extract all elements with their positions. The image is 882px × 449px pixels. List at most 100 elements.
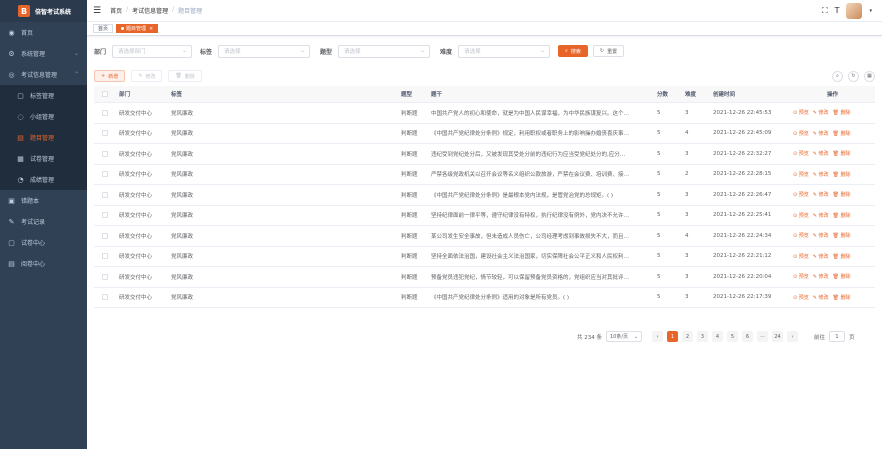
- edit-row-button[interactable]: ✎ 修改: [813, 294, 829, 301]
- caret-down-icon[interactable]: ▾: [869, 8, 872, 14]
- sidebar-item-home[interactable]: ◉ 首页: [0, 22, 87, 43]
- tab-home[interactable]: 首页: [93, 24, 114, 33]
- page-button[interactable]: 5: [727, 331, 738, 342]
- breadcrumb-exam-info[interactable]: 考试信息管理: [132, 6, 168, 15]
- page-button[interactable]: 3: [697, 331, 708, 342]
- table-row[interactable]: 研发交付中心 党风廉政 判断题 坚持纪律面前一律平等，遵守纪律没有特权，执行纪律没有例…: [94, 206, 875, 226]
- preview-button[interactable]: ⊙ 预览: [793, 212, 809, 219]
- table-row[interactable]: 研发交付中心 党风廉政 判断题 《中国共产党纪律处分条例》适用的对象是所有党员。( )…: [94, 288, 875, 308]
- preview-button[interactable]: ⊙ 预览: [793, 232, 809, 239]
- edit-row-button[interactable]: ✎ 修改: [813, 130, 829, 137]
- delete-button[interactable]: 🗑 删除: [168, 70, 202, 82]
- row-checkbox[interactable]: [102, 171, 108, 178]
- add-button[interactable]: + 新增: [94, 70, 126, 82]
- delete-row-button[interactable]: 🗑 删除: [833, 253, 851, 260]
- dept-select[interactable]: 请选择部门: [112, 44, 193, 58]
- time-cell: 2021-12-26 22:45:09: [713, 130, 772, 137]
- sidebar-item-questions[interactable]: ▤ 题目管理: [0, 127, 87, 148]
- reset-button[interactable]: ↻ 重置: [592, 45, 625, 57]
- sidebar-item-groups[interactable]: ◌ 小组管理: [0, 106, 87, 127]
- row-checkbox[interactable]: [102, 253, 108, 260]
- delete-row-button[interactable]: 🗑 删除: [833, 232, 851, 239]
- delete-row-button[interactable]: 🗑 删除: [833, 212, 851, 219]
- edit-row-button[interactable]: ✎ 修改: [813, 150, 829, 157]
- edit-button[interactable]: ✎ 修改: [131, 70, 163, 82]
- edit-row-button[interactable]: ✎ 修改: [813, 212, 829, 219]
- page-button[interactable]: 24: [772, 331, 783, 342]
- row-checkbox[interactable]: [102, 109, 108, 116]
- page-button[interactable]: 2: [682, 331, 693, 342]
- row-checkbox[interactable]: [102, 191, 108, 198]
- edit-row-button[interactable]: ✎ 修改: [813, 191, 829, 198]
- sidebar-item-grading-center[interactable]: ▤ 阅卷中心: [0, 253, 87, 274]
- type-select[interactable]: 请选择: [338, 44, 431, 58]
- row-checkbox[interactable]: [102, 150, 108, 157]
- search-button[interactable]: ⌕ 搜索: [558, 45, 588, 57]
- table-row[interactable]: 研发交付中心 党风廉政 判断题 《中国共产党纪律处分条例》规定，利用职权或者职务上的影…: [94, 124, 875, 144]
- page-size-select[interactable]: 10条/页 ⌄: [606, 331, 642, 342]
- delete-row-button[interactable]: 🗑 删除: [833, 150, 851, 157]
- preview-button[interactable]: ⊙ 预览: [793, 109, 809, 116]
- tag-select[interactable]: 请选择: [218, 44, 311, 58]
- table-row[interactable]: 研发交付中心 党风廉政 判断题 《中国共产党纪律处分条例》是最根本党内法规，是管党治党…: [94, 185, 875, 206]
- sidebar-item-scores[interactable]: ◔ 成绩管理: [0, 169, 87, 190]
- more-pages-button[interactable]: ···: [757, 331, 768, 342]
- refresh-button[interactable]: ↻: [848, 70, 859, 82]
- page-button[interactable]: 6: [742, 331, 753, 342]
- row-checkbox[interactable]: [102, 212, 108, 219]
- app-logo[interactable]: B 倍智考试系统: [0, 0, 87, 22]
- hamburger-icon[interactable]: ☰: [93, 6, 101, 16]
- preview-button[interactable]: ⊙ 预览: [793, 130, 809, 137]
- edit-row-button[interactable]: ✎ 修改: [813, 273, 829, 280]
- row-checkbox[interactable]: [102, 273, 108, 280]
- table-row[interactable]: 研发交付中心 党风廉政 判断题 严禁各级党政机关以召开会议等名义组织公款旅游，严禁在会…: [94, 165, 875, 185]
- delete-row-button[interactable]: 🗑 删除: [833, 191, 851, 198]
- preview-button[interactable]: ⊙ 预览: [793, 273, 809, 280]
- sidebar-item-exam-record[interactable]: ✎ 考试记录: [0, 211, 87, 232]
- font-size-icon[interactable]: T: [835, 6, 840, 15]
- table-row[interactable]: 研发交付中心 党风廉政 判断题 某公司发生安全事故，但未造成人员伤亡，公司经理考虑到事…: [94, 226, 875, 247]
- sidebar-item-papers[interactable]: ▦ 试卷管理: [0, 148, 87, 169]
- preview-button[interactable]: ⊙ 预览: [793, 171, 809, 178]
- preview-button[interactable]: ⊙ 预览: [793, 253, 809, 260]
- table-row[interactable]: 研发交付中心 党风廉政 判断题 坚持全面依法治国，建设社会主义法治国家，切实保障社会公…: [94, 247, 875, 267]
- fullscreen-icon[interactable]: ⛶: [822, 6, 828, 16]
- page-button[interactable]: 4: [712, 331, 723, 342]
- tab-question-management[interactable]: 题目管理 ×: [116, 24, 159, 33]
- table-row[interactable]: 研发交付中心 党风廉政 判断题 预备党员违犯党纪，情节较轻，可以保留预备党员资格的，党…: [94, 267, 875, 288]
- edit-row-button[interactable]: ✎ 修改: [813, 109, 829, 116]
- table-row[interactable]: 研发交付中心 党风廉政 判断题 中国共产党人的初心和使命，就是为中国人民谋幸福，为中华…: [94, 103, 875, 124]
- delete-row-button[interactable]: 🗑 删除: [833, 273, 851, 280]
- edit-row-button[interactable]: ✎ 修改: [813, 232, 829, 239]
- delete-row-button[interactable]: 🗑 删除: [833, 171, 851, 178]
- preview-button[interactable]: ⊙ 预览: [793, 150, 809, 157]
- sidebar-item-exam-info[interactable]: ◎ 考试信息管理 ⌃: [0, 64, 87, 85]
- breadcrumb-home[interactable]: 首页: [110, 6, 122, 15]
- sidebar-item-tags[interactable]: ▢ 标签管理: [0, 85, 87, 106]
- page-button[interactable]: 1: [667, 331, 678, 342]
- preview-button[interactable]: ⊙ 预览: [793, 191, 809, 198]
- prev-page-button[interactable]: ‹: [652, 331, 663, 342]
- row-checkbox[interactable]: [102, 294, 108, 301]
- goto-page-input[interactable]: 1: [829, 331, 846, 342]
- next-page-button[interactable]: ›: [787, 331, 798, 342]
- avatar[interactable]: [846, 2, 863, 19]
- sidebar-item-paper-center[interactable]: ▢ 试卷中心: [0, 232, 87, 253]
- edit-row-button[interactable]: ✎ 修改: [813, 171, 829, 178]
- difficulty-select[interactable]: 请选择: [458, 44, 551, 58]
- sidebar-item-wrong-book[interactable]: ▣ 错题本: [0, 190, 87, 211]
- row-checkbox[interactable]: [102, 232, 108, 239]
- preview-button[interactable]: ⊙ 预览: [793, 294, 809, 301]
- close-icon[interactable]: ×: [149, 26, 153, 32]
- toggle-search-button[interactable]: ⌕: [832, 70, 843, 82]
- select-all-checkbox[interactable]: [102, 91, 108, 97]
- delete-row-button[interactable]: 🗑 删除: [833, 109, 851, 116]
- edit-row-button[interactable]: ✎ 修改: [813, 253, 829, 260]
- table-row[interactable]: 研发交付中心 党风廉政 判断题 违纪受到党纪处分后，又被发现其受处分前的违纪行为应当受…: [94, 144, 875, 165]
- delete-row-button[interactable]: 🗑 删除: [833, 130, 851, 137]
- title-cell: 预备党员违犯党纪，情节较轻，可以保留预备党员资格的，党组织应当对其批评…: [431, 274, 630, 281]
- columns-button[interactable]: ▦: [864, 70, 875, 82]
- row-checkbox[interactable]: [102, 130, 108, 137]
- delete-row-button[interactable]: 🗑 删除: [833, 294, 851, 301]
- sidebar-item-system[interactable]: ⚙ 系统管理 ⌄: [0, 43, 87, 64]
